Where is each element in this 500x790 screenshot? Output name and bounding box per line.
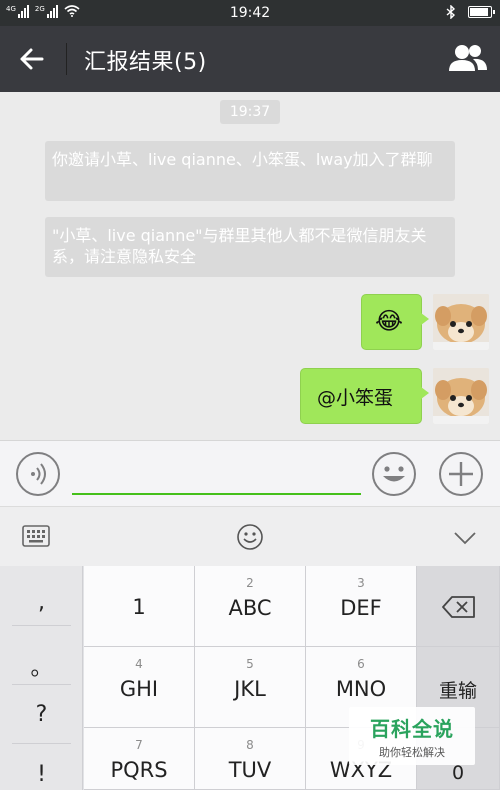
watermark-subtitle: 助你轻松解决 [379,746,445,759]
watermark-title: 百科全说 [370,717,454,741]
punctuation-key[interactable]: ? [0,702,83,727]
avatar[interactable] [433,368,489,424]
key-label: JKL [234,677,266,701]
watermark: 百科全说 助你轻松解决 [349,707,475,765]
message-bubble[interactable]: @小笨蛋 [300,368,429,424]
battery-icon [468,6,495,18]
delete-key[interactable] [417,566,500,647]
key-number: 6 [357,657,365,671]
message-input[interactable] [72,453,361,495]
arrow-left-icon [20,48,44,70]
key-pqrs[interactable]: 7 PQRS [84,728,195,790]
message-text: @小笨蛋 [317,387,394,409]
group-icon [449,45,487,71]
key-def[interactable]: 3 DEF [306,566,417,647]
punctuation-key[interactable]: 。 [0,650,83,682]
message-input-bar [0,440,500,506]
title-bar: 汇报结果(5) [0,26,500,92]
avatar[interactable] [433,294,489,350]
key-jkl[interactable]: 5 JKL [195,647,306,728]
key-abc[interactable]: 2 ABC [195,566,306,647]
keyboard-icon[interactable] [22,525,50,547]
key-label: 0 [451,762,465,784]
key-1[interactable]: 1 [84,566,195,647]
key-label: 1 [132,595,146,619]
voice-input-button[interactable] [16,452,60,496]
emoji-button[interactable] [372,452,416,496]
puppy-avatar-image [433,294,489,350]
key-tuv[interactable]: 8 TUV [195,728,306,790]
status-bar: 4G 2G 19:42 [0,0,500,26]
key-label: PQRS [110,758,168,782]
key-number: 4 [135,657,143,671]
punctuation-column: , 。 ? ! [0,566,83,790]
voice-icon [31,463,46,485]
key-label: TUV [228,758,272,782]
key-label: DEF [340,596,382,620]
bluetooth-icon [446,5,456,19]
key-ghi[interactable]: 4 GHI [84,647,195,728]
key-number: 2 [246,576,254,590]
key-number: 5 [246,657,254,671]
keyboard-toolbar [0,506,500,566]
laughing-tears-emoji: 😂 [375,307,404,335]
key-label: 重输 [438,680,477,702]
key-label: ABC [228,596,272,620]
message-bubble[interactable]: 😂 [361,294,429,350]
clock: 19:42 [229,5,271,21]
chevron-down-icon[interactable] [453,531,477,545]
message-timestamp: 19:37 [220,100,280,124]
group-info-button[interactable] [448,40,488,76]
key-number: 7 [135,738,143,752]
plus-icon [449,462,473,486]
more-options-button[interactable] [439,452,483,496]
backspace-icon [442,596,475,618]
punctuation-key[interactable]: ! [0,762,83,787]
smiley-icon[interactable] [236,523,264,551]
puppy-avatar-image [433,368,489,424]
chat-area[interactable]: 19:37 你邀请小草、live qianne、小笨蛋、lway加入了群聊 "小… [0,92,500,440]
system-message: "小草、live qianne"与群里其他人都不是微信朋友关系，请注意隐私安全 [45,217,455,277]
key-number: 8 [246,738,254,752]
system-message: 你邀请小草、live qianne、小笨蛋、lway加入了群聊 [45,141,455,201]
back-button[interactable] [14,43,54,75]
divider [66,43,67,75]
key-number: 3 [357,576,365,590]
chat-title: 汇报结果(5) [84,50,207,75]
smiley-icon [383,466,405,482]
key-label: MNO [335,677,387,701]
key-label: GHI [119,677,159,701]
punctuation-key[interactable]: , [0,590,83,615]
